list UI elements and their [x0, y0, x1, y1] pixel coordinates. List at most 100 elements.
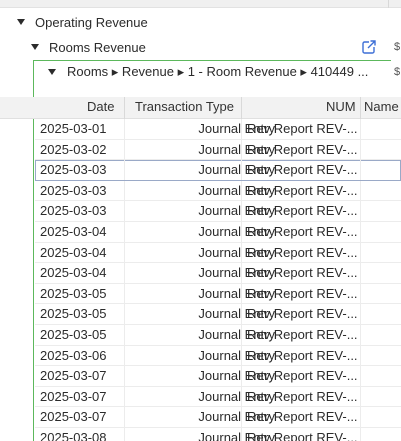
cell-divider [241, 180, 242, 201]
cell-divider [124, 324, 125, 345]
cell-num: Rev Report REV-... [247, 409, 358, 425]
cell-date: 2025-03-06 [40, 347, 107, 363]
cell-divider [360, 201, 361, 221]
cell-date: 2025-03-03 [40, 203, 107, 219]
cell-divider [241, 324, 242, 345]
table-row[interactable]: 2025-03-07 Journal Entry Rev Report REV-..… [35, 386, 401, 408]
caret-down-icon[interactable] [48, 69, 56, 75]
cell-divider [241, 345, 242, 366]
table-row[interactable]: 2025-03-07 Journal Entry Rev Report REV-..… [35, 407, 401, 428]
cell-divider [124, 242, 125, 263]
header-transaction-type[interactable]: Transaction Type [135, 99, 234, 114]
table-row[interactable]: 2025-03-07 Journal Entry Rev Report REV-..… [35, 366, 401, 387]
cell-num: Rev Report REV-... [247, 223, 358, 239]
cell-divider [124, 283, 125, 304]
cell-num: Rev Report REV-... [247, 121, 358, 136]
cell-num: Rev Report REV-... [247, 182, 358, 198]
cell-divider [124, 427, 125, 441]
column-divider[interactable] [360, 97, 361, 119]
cell-divider [360, 366, 361, 386]
table-row[interactable]: 2025-03-06 Journal Entry Rev Report REV-..… [35, 345, 401, 367]
cell-divider [241, 139, 242, 160]
group-label: Rooms Revenue [49, 39, 146, 55]
open-in-new-icon[interactable] [362, 40, 376, 54]
table-row[interactable]: 2025-03-01 Journal Entry Rev Report REV-..… [35, 119, 401, 140]
cell-divider [124, 345, 125, 366]
cell-date: 2025-03-05 [40, 285, 107, 301]
table-row[interactable]: 2025-03-05 Journal Entry Rev Report REV-..… [35, 304, 401, 325]
cell-divider [124, 201, 125, 221]
cell-divider [360, 283, 361, 304]
cell-num: Rev Report REV-... [247, 285, 358, 301]
cell-num: Rev Report REV-... [247, 265, 358, 281]
column-divider[interactable] [241, 97, 242, 119]
cell-divider [360, 119, 361, 139]
cell-num: Rev Report REV-... [247, 429, 358, 441]
cell-divider [124, 139, 125, 160]
table-row[interactable]: 2025-03-03 Journal Entry Rev Report REV-..… [35, 160, 401, 181]
column-header-strip [0, 0, 401, 8]
cell-divider [360, 221, 361, 242]
cell-num: Rev Report REV-... [247, 368, 358, 384]
table-row[interactable]: 2025-03-05 Journal Entry Rev Report REV-..… [35, 324, 401, 346]
table-row[interactable]: 2025-03-04 Journal Entry Rev Report REV-..… [35, 221, 401, 243]
caret-down-icon[interactable] [31, 44, 39, 50]
cell-num: Rev Report REV-... [247, 141, 358, 157]
cell-divider [241, 160, 242, 180]
cell-num: Rev Report REV-... [247, 162, 358, 178]
header-num[interactable]: NUM [326, 99, 356, 114]
amount-cell: $ [394, 41, 401, 53]
cell-date: 2025-03-04 [40, 223, 107, 239]
cell-divider [241, 119, 242, 139]
cell-date: 2025-03-05 [40, 306, 107, 322]
cell-divider [360, 345, 361, 366]
cell-divider [124, 160, 125, 180]
cell-num: Rev Report REV-... [247, 326, 358, 342]
table-row[interactable]: 2025-03-03 Journal Entry Rev Report REV-..… [35, 201, 401, 222]
account-path-label: Rooms ▸ Revenue ▸ 1 - Room Revenue ▸ 410… [67, 64, 369, 79]
cell-date: 2025-03-02 [40, 141, 107, 157]
cell-divider [360, 180, 361, 201]
cell-divider [241, 242, 242, 263]
cell-divider [124, 407, 125, 427]
cell-divider [241, 201, 242, 221]
cell-divider [360, 242, 361, 263]
cell-divider [360, 324, 361, 345]
table-row[interactable]: 2025-03-05 Journal Entry Rev Report REV-..… [35, 283, 401, 305]
header-date[interactable]: Date [87, 99, 114, 114]
cell-num: Rev Report REV-... [247, 347, 358, 363]
cell-divider [241, 386, 242, 407]
cell-date: 2025-03-05 [40, 326, 107, 342]
cell-divider [241, 427, 242, 441]
cell-divider [360, 263, 361, 283]
table-row[interactable]: 2025-03-03 Journal Entry Rev Report REV-..… [35, 180, 401, 202]
cell-date: 2025-03-01 [40, 121, 107, 136]
table-row[interactable]: 2025-03-02 Journal Entry Rev Report REV-..… [35, 139, 401, 161]
header-name[interactable]: Name [364, 99, 399, 114]
group-rooms-revenue[interactable]: Rooms Revenue [0, 35, 146, 59]
cell-divider [360, 139, 361, 160]
cell-divider [360, 160, 361, 180]
group-operating-revenue[interactable]: Operating Revenue [0, 10, 148, 34]
cell-divider [241, 283, 242, 304]
cell-divider [124, 263, 125, 283]
transaction-list: 2025-03-01 Journal Entry Rev Report REV-..… [35, 119, 401, 441]
cell-date: 2025-03-04 [40, 265, 107, 281]
cell-divider [360, 407, 361, 427]
column-divider[interactable] [124, 97, 125, 119]
cell-divider [360, 386, 361, 407]
caret-down-icon[interactable] [17, 19, 25, 25]
cell-divider [124, 386, 125, 407]
cell-num: Rev Report REV-... [247, 306, 358, 322]
cell-num: Rev Report REV-... [247, 388, 358, 404]
cell-date: 2025-03-08 [40, 429, 107, 441]
column-divider [388, 0, 389, 8]
group-label: Operating Revenue [35, 14, 148, 30]
cell-num: Rev Report REV-... [247, 244, 358, 260]
group-account-path[interactable]: Rooms ▸ Revenue ▸ 1 - Room Revenue ▸ 410… [0, 60, 401, 84]
table-row[interactable]: 2025-03-04 Journal Entry Rev Report REV-..… [35, 263, 401, 284]
cell-date: 2025-03-03 [40, 182, 107, 198]
cell-divider [124, 119, 125, 139]
table-row[interactable]: 2025-03-08 Journal Entry Rev Report REV-..… [35, 427, 401, 441]
table-row[interactable]: 2025-03-04 Journal Entry Rev Report REV-..… [35, 242, 401, 264]
